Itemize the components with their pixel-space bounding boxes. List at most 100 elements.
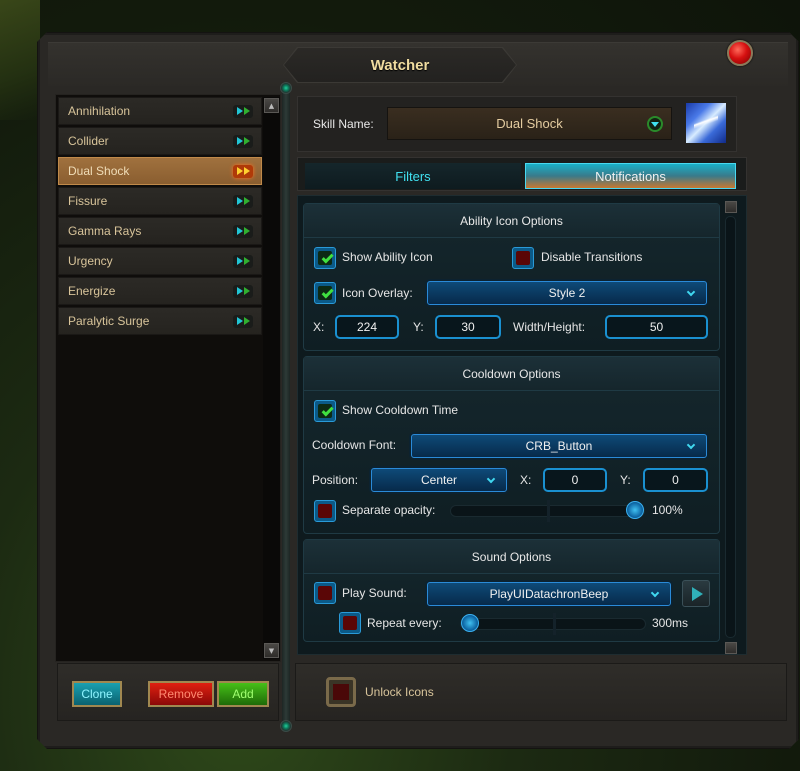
double-arrow-icon (233, 104, 253, 118)
width-height-input[interactable]: 50 (605, 315, 708, 339)
skill-name-dropdown[interactable]: Dual Shock (387, 107, 672, 140)
divider-node-top-icon (280, 82, 292, 94)
icon-x-input[interactable]: 224 (335, 315, 399, 339)
divider-node-bottom-icon (280, 720, 292, 732)
skill-item-label: Dual Shock (68, 164, 130, 178)
skill-item-label: Collider (68, 134, 109, 148)
cooldown-y-label: Y: (620, 473, 631, 487)
separate-opacity-checkbox[interactable] (314, 500, 336, 522)
skill-list-item[interactable]: Fissure (58, 187, 262, 215)
skill-item-label: Energize (68, 284, 116, 298)
show-cooldown-time-label: Show Cooldown Time (342, 403, 459, 417)
cooldown-x-label: X: (520, 473, 532, 487)
clone-button[interactable]: Clone (72, 681, 122, 707)
scroll-track[interactable] (725, 216, 736, 638)
skill-list-item[interactable]: Collider (58, 127, 262, 155)
repeat-value: 300ms (652, 616, 689, 630)
checkmark-icon (321, 251, 334, 264)
cooldown-y-input[interactable]: 0 (643, 468, 708, 492)
cooldown-font-label: Cooldown Font: (312, 438, 397, 452)
cooldown-x-input[interactable]: 0 (543, 468, 607, 492)
tab-filters[interactable]: Filters (305, 163, 521, 189)
checkmark-icon (321, 404, 334, 417)
skill-name-value: Dual Shock (496, 116, 563, 131)
position-label: Position: (312, 473, 359, 487)
icon-overlay-label: Icon Overlay: (342, 286, 413, 300)
skill-item-label: Fissure (68, 194, 108, 208)
checkmark-icon (321, 286, 334, 299)
skill-list-item[interactable]: Paralytic Surge (58, 307, 262, 335)
double-arrow-icon (233, 284, 253, 298)
section-title: Cooldown Options (304, 357, 719, 391)
repeat-every-checkbox[interactable] (339, 612, 361, 634)
play-sound-dropdown[interactable]: PlayUIDatachronBeep (427, 582, 671, 606)
chevron-down-icon (650, 588, 660, 598)
separate-opacity-label: Separate opacity: (342, 503, 436, 517)
scroll-down-button[interactable]: ▼ (264, 643, 279, 658)
skill-list-scrollbar[interactable]: ▲ ▼ (263, 97, 280, 659)
tab-notifications[interactable]: Notifications (525, 163, 736, 189)
double-arrow-icon (233, 134, 253, 148)
icon-overlay-checkbox[interactable] (314, 282, 336, 304)
opacity-slider[interactable] (450, 500, 645, 522)
repeat-every-label: Repeat every: (367, 616, 442, 630)
skill-list-item[interactable]: Energize (58, 277, 262, 305)
window-title: Watcher (370, 56, 430, 74)
panel-divider (282, 86, 290, 726)
dropdown-arrow-icon (647, 116, 663, 132)
unlock-icons-checkbox[interactable] (326, 677, 356, 707)
chevron-down-icon (686, 287, 696, 297)
skill-name-label: Skill Name: (313, 117, 374, 131)
skill-list-item[interactable]: Urgency (58, 247, 262, 275)
repeat-slider[interactable] (460, 613, 646, 635)
icon-y-label: Y: (413, 320, 424, 334)
add-button[interactable]: Add (217, 681, 269, 707)
double-arrow-icon (233, 224, 253, 238)
options-scrollbar[interactable] (724, 200, 738, 660)
title-plate: Watcher (284, 48, 516, 82)
background-scenery (0, 0, 40, 120)
opacity-value: 100% (652, 503, 683, 517)
double-arrow-icon (233, 314, 253, 328)
repeat-slider-thumb[interactable] (461, 614, 479, 632)
skill-lightning-icon (686, 103, 726, 143)
icon-overlay-dropdown[interactable]: Style 2 (427, 281, 707, 305)
skill-list-item[interactable]: Dual Shock (58, 157, 262, 185)
skill-item-label: Paralytic Surge (68, 314, 150, 328)
skill-list-item[interactable]: Gamma Rays (58, 217, 262, 245)
slider-center-tick (553, 613, 556, 635)
slider-center-tick (547, 500, 550, 522)
skill-list: Annihilation Collider Dual Shock Fissure Gam… (58, 97, 262, 337)
chevron-down-icon (686, 440, 696, 450)
unlock-icons-label: Unlock Icons (365, 685, 434, 699)
play-sound-label: Play Sound: (342, 586, 407, 600)
cooldown-font-dropdown[interactable]: CRB_Button (411, 434, 707, 458)
icon-y-input[interactable]: 30 (435, 315, 501, 339)
remove-button[interactable]: Remove (148, 681, 214, 707)
scroll-down-button[interactable] (725, 642, 737, 654)
scroll-up-button[interactable] (725, 201, 737, 213)
position-dropdown[interactable]: Center (371, 468, 507, 492)
scroll-up-button[interactable]: ▲ (264, 98, 279, 113)
section-title: Sound Options (304, 540, 719, 574)
opacity-slider-thumb[interactable] (626, 501, 644, 519)
position-value: Center (420, 473, 458, 487)
show-ability-icon-label: Show Ability Icon (342, 250, 433, 264)
icon-x-label: X: (313, 320, 325, 334)
skill-item-label: Gamma Rays (68, 224, 142, 238)
play-sound-checkbox[interactable] (314, 582, 336, 604)
double-arrow-icon (233, 194, 253, 208)
double-arrow-icon (233, 254, 253, 268)
double-arrow-icon (233, 164, 253, 178)
disable-transitions-label: Disable Transitions (541, 250, 643, 264)
disable-transitions-checkbox[interactable] (512, 247, 534, 269)
chevron-down-icon (486, 474, 496, 484)
cooldown-font-value: CRB_Button (525, 439, 593, 453)
skill-item-label: Urgency (68, 254, 113, 268)
show-cooldown-time-checkbox[interactable] (314, 400, 336, 422)
skill-list-item[interactable]: Annihilation (58, 97, 262, 125)
play-sound-preview-button[interactable] (682, 580, 710, 607)
close-button[interactable] (727, 40, 753, 66)
skill-list-panel: Annihilation Collider Dual Shock Fissure Gam… (55, 94, 281, 662)
show-ability-icon-checkbox[interactable] (314, 247, 336, 269)
